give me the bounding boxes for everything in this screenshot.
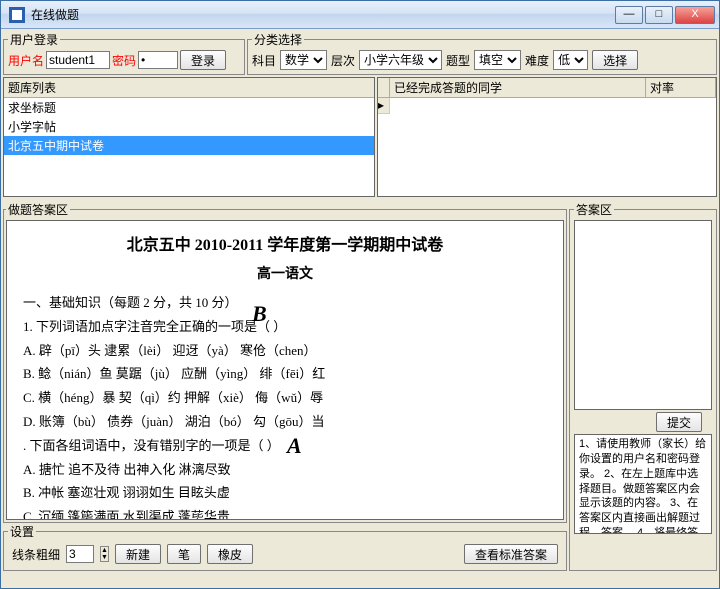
question: 1. 下列词语加点字注音完全正确的一项是（ ） — [23, 317, 547, 338]
question-group: 做题答案区 北京五中 2010-2011 学年度第一学期期中试卷 高一语文 一、… — [3, 201, 567, 523]
bank-list[interactable]: 题库列表 求坐标题 小学字帖 北京五中期中试卷 — [3, 77, 375, 197]
level-label: 层次 — [331, 52, 355, 69]
eraser-button[interactable]: 橡皮 — [207, 544, 253, 564]
select-button[interactable]: 选择 — [592, 50, 638, 70]
category-group: 分类选择 科目 数学 层次 小学六年级 题型 填空 难度 低 选择 — [247, 31, 717, 75]
tools-legend: 设置 — [8, 523, 36, 540]
password-input[interactable] — [138, 51, 178, 69]
password-label: 密码 — [112, 52, 136, 69]
exam-subtitle: 高一语文 — [23, 263, 547, 283]
close-button[interactable]: X — [675, 6, 715, 24]
difficulty-select[interactable]: 低 — [553, 50, 588, 70]
answer-textarea[interactable] — [574, 220, 712, 410]
question: . 下面各组词语中，没有错别字的一项是（ ） — [23, 436, 547, 457]
username-input[interactable] — [46, 51, 110, 69]
thickness-input[interactable] — [66, 545, 94, 563]
app-window: 在线做题 — □ X 用户登录 用户名 密码 登录 分类选择 科目 数学 — [0, 0, 720, 589]
submit-button[interactable]: 提交 — [656, 412, 702, 432]
question-canvas[interactable]: 北京五中 2010-2011 学年度第一学期期中试卷 高一语文 一、基础知识（每… — [6, 220, 564, 520]
question-legend: 做题答案区 — [6, 201, 70, 218]
spinner-icon[interactable]: ▲▼ — [100, 546, 109, 562]
new-button[interactable]: 新建 — [115, 544, 161, 564]
section: 一、基础知识（每题 2 分，共 10 分） — [23, 293, 547, 314]
difficulty-label: 难度 — [525, 52, 549, 69]
category-legend: 分类选择 — [252, 31, 304, 48]
login-legend: 用户登录 — [8, 31, 60, 48]
option: A. 辟（pī）头 逮累（lèi） 迎迓（yà） 寒伧（chen） — [23, 341, 547, 362]
done-list: 已经完成答题的同学 对率 ▸ — [377, 77, 717, 197]
option: C. 横（héng）暴 契（qì）约 押解（xiè） 侮（wǔ）辱 — [23, 388, 547, 409]
subject-label: 科目 — [252, 52, 276, 69]
minimize-button[interactable]: — — [615, 6, 643, 24]
handwriting-a: A — [287, 433, 302, 459]
option: B. 冲帐 塞迩壮观 诩诩如生 目眩头虚 — [23, 483, 547, 504]
content-area: 用户登录 用户名 密码 登录 分类选择 科目 数学 层次 小学六年级 题型 — [1, 29, 719, 573]
tools-group: 设置 线条粗细 ▲▼ 新建 笔 橡皮 查看标准答案 — [3, 523, 567, 571]
app-icon — [9, 7, 25, 23]
pen-button[interactable]: 笔 — [167, 544, 201, 564]
username-label: 用户名 — [8, 52, 44, 69]
option: C. 沉缅 篷筚满面 水到渠成 蓬荜华贵 — [23, 507, 547, 520]
level-select[interactable]: 小学六年级 — [359, 50, 442, 70]
list-item[interactable]: 北京五中期中试卷 — [4, 136, 374, 155]
list-item[interactable]: 小学字帖 — [4, 117, 374, 136]
answer-group: 答案区 提交 1、请使用教师（家长）给你设置的用户名和密码登录。 2、在左上题库… — [569, 201, 717, 571]
login-button[interactable]: 登录 — [180, 50, 226, 70]
done-col-rate: 对率 — [646, 78, 716, 97]
subject-select[interactable]: 数学 — [280, 50, 327, 70]
option: B. 鲶（nián）鱼 莫踞（jù） 应酬（yìng） 绯（fēi）红 — [23, 364, 547, 385]
window-title: 在线做题 — [31, 6, 613, 23]
type-label: 题型 — [446, 52, 470, 69]
help-text: 1、请使用教师（家长）给你设置的用户名和密码登录。 2、在左上题库中选择题目。做… — [574, 434, 712, 534]
type-select[interactable]: 填空 — [474, 50, 521, 70]
list-item[interactable]: 求坐标题 — [4, 98, 374, 117]
maximize-button[interactable]: □ — [645, 6, 673, 24]
answer-legend: 答案区 — [574, 201, 614, 218]
option: D. 账簿（bù） 债券（juàn） 湖泊（bó） 勾（gōu）当 — [23, 412, 547, 433]
done-col-student: 已经完成答题的同学 — [390, 78, 646, 97]
bank-list-header: 题库列表 — [8, 79, 370, 96]
handwriting-b: B — [252, 301, 267, 327]
option: A. 搪忙 追不及待 出神入化 淋漓尽致 — [23, 460, 547, 481]
done-grid-body[interactable]: ▸ — [378, 98, 716, 194]
login-group: 用户登录 用户名 密码 登录 — [3, 31, 245, 75]
thickness-label: 线条粗细 — [12, 546, 60, 563]
row-marker — [378, 78, 390, 97]
titlebar: 在线做题 — □ X — [1, 1, 719, 29]
view-answer-button[interactable]: 查看标准答案 — [464, 544, 558, 564]
exam-title: 北京五中 2010-2011 学年度第一学期期中试卷 — [23, 231, 547, 255]
